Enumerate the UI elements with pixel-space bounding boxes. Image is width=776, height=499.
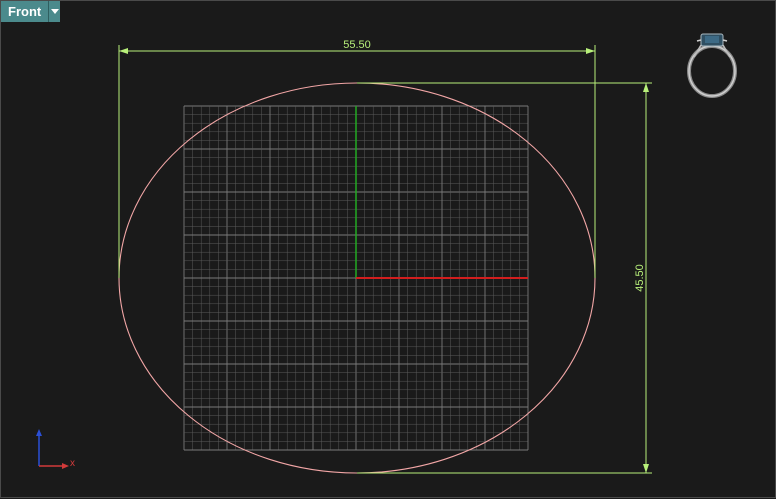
viewport-canvas[interactable]: 55.50 45.50 x xyxy=(1,1,776,499)
viewport-title-tab[interactable]: Front xyxy=(1,1,61,22)
dim-text-horizontal: 55.50 xyxy=(343,39,371,51)
dim-arrow-top-icon xyxy=(643,83,649,92)
horizontal-dimension[interactable]: 55.50 xyxy=(118,39,596,278)
dim-arrow-right-icon xyxy=(586,48,595,54)
dim-text-vertical: 45.50 xyxy=(634,264,646,292)
chevron-down-icon xyxy=(50,9,59,14)
ring-preview-icon xyxy=(687,33,737,98)
dim-arrow-left-icon xyxy=(119,48,128,54)
axis-x-label: x xyxy=(70,458,75,469)
viewport-menu-button[interactable] xyxy=(48,1,61,22)
front-viewport[interactable]: Front 55.50 45.50 x xyxy=(0,0,776,498)
dim-arrow-bottom-icon xyxy=(643,464,649,473)
viewport-name-label[interactable]: Front xyxy=(1,1,49,22)
axis-triad-icon: x xyxy=(36,429,75,469)
